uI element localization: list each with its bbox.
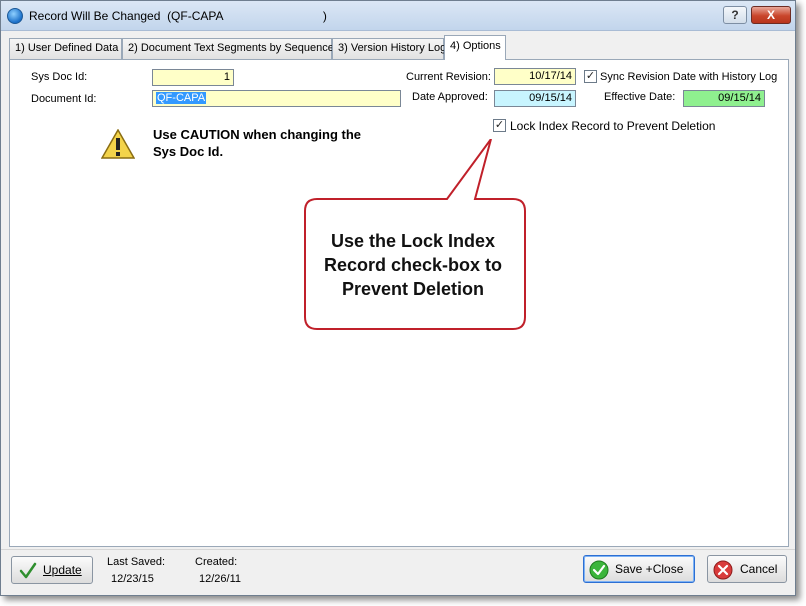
cancel-button[interactable]: Cancel — [707, 555, 787, 583]
sync-revision-checkbox[interactable]: ✓ — [584, 70, 597, 83]
footer-bar: Update Last Saved: 12/23/15 Created: 12/… — [1, 549, 795, 595]
document-id-value: QF-CAPA — [156, 92, 207, 104]
callout-line-2: Record check-box to — [323, 255, 503, 275]
date-approved-field[interactable]: 09/15/14 — [494, 90, 576, 107]
help-button[interactable]: ? — [723, 6, 747, 24]
created-value: 12/26/11 — [199, 573, 242, 585]
document-id-label: Document Id: — [31, 93, 97, 105]
window-title: Record Will Be Changed (QF-CAPA ) — [29, 9, 327, 23]
tab-document-text-segments[interactable]: 2) Document Text Segments by Sequence — [122, 38, 334, 59]
lock-index-label[interactable]: Lock Index Record to Prevent Deletion — [510, 119, 715, 133]
last-saved-label: Last Saved: — [107, 556, 166, 568]
tab-user-defined-data[interactable]: 1) User Defined Data — [9, 38, 122, 59]
dialog-window: Record Will Be Changed (QF-CAPA ) ? X 1)… — [0, 0, 796, 596]
close-button[interactable]: X — [751, 6, 791, 24]
cancel-label: Cancel — [740, 562, 778, 576]
document-id-field[interactable]: QF-CAPA — [152, 90, 401, 107]
date-approved-label: Date Approved: — [412, 91, 488, 103]
green-check-icon — [589, 560, 609, 580]
sys-doc-id-label: Sys Doc Id: — [31, 71, 88, 83]
update-button[interactable]: Update — [11, 556, 93, 584]
checkmark-icon — [19, 562, 37, 579]
sys-doc-id-field[interactable]: 1 — [152, 69, 234, 86]
current-revision-field[interactable]: 10/17/14 — [494, 68, 576, 85]
callout-line-1: Use the Lock Index — [330, 231, 496, 251]
save-close-button[interactable]: Save +Close — [583, 555, 695, 583]
sync-revision-label[interactable]: Sync Revision Date with History Log — [600, 71, 777, 83]
callout-text: Use the Lock Index Record check-box to P… — [309, 229, 517, 301]
current-revision-label: Current Revision: — [406, 71, 491, 83]
lock-index-checkbox[interactable]: ✓ — [493, 119, 506, 132]
last-saved-value: 12/23/15 — [111, 573, 154, 585]
red-x-icon — [713, 560, 733, 580]
tab-version-history-log[interactable]: 3) Version History Log — [332, 38, 446, 59]
tab-options[interactable]: 4) Options — [444, 35, 506, 60]
title-bar[interactable]: Record Will Be Changed (QF-CAPA ) ? X — [1, 1, 795, 31]
callout-line-3: Prevent Deletion — [341, 279, 485, 299]
effective-date-field[interactable]: 09/15/14 — [683, 90, 765, 107]
save-close-label: Save +Close — [615, 562, 684, 576]
effective-date-label: Effective Date: — [604, 91, 676, 103]
update-label: Update — [43, 563, 82, 577]
created-label: Created: — [195, 556, 238, 568]
app-globe-icon — [7, 8, 23, 24]
warning-icon — [101, 129, 135, 159]
